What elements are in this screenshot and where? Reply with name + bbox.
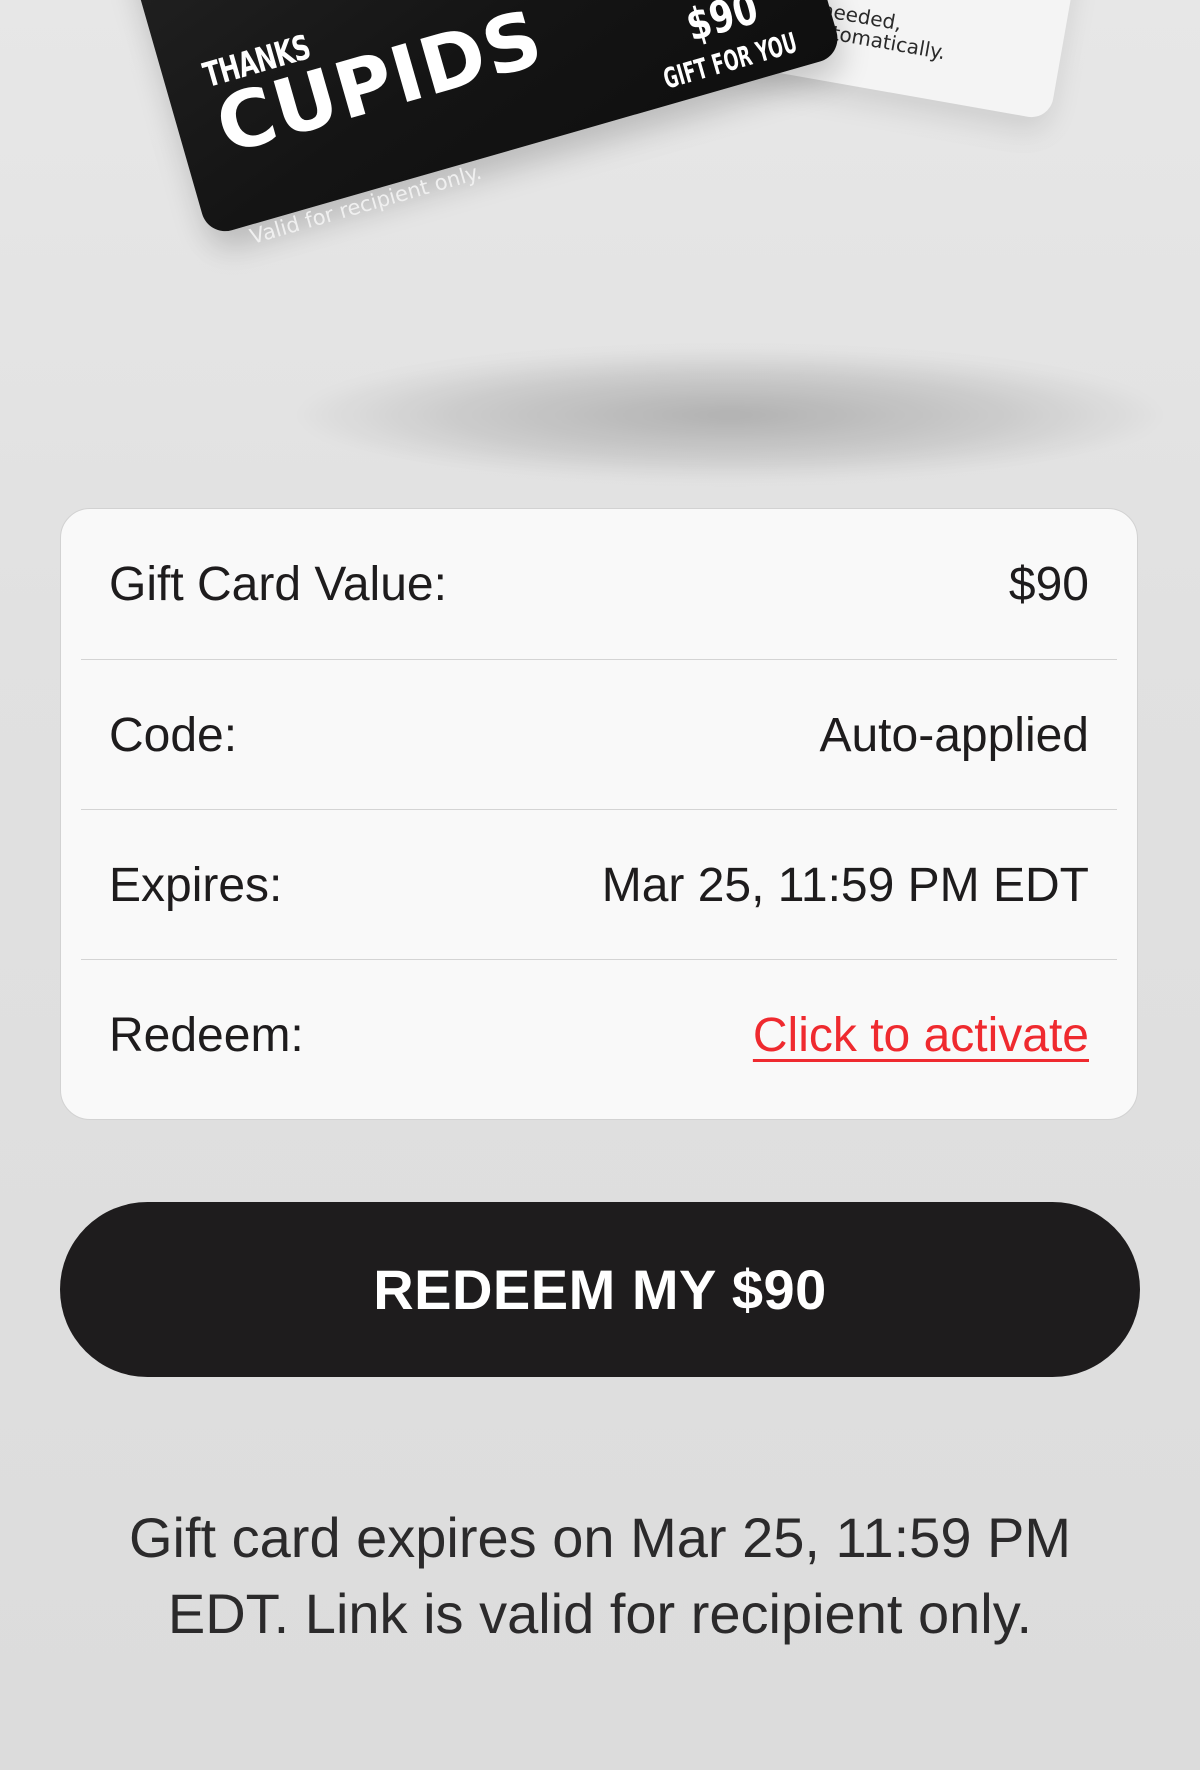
detail-label-value: Gift Card Value: [109,557,447,611]
detail-label-code: Code: [109,708,238,762]
card-drop-shadow [300,350,1160,480]
gift-card-valid-note: Valid for recipient only. [247,159,485,249]
expiry-footer-note: Gift card expires on Mar 25, 11:59 PM ED… [60,1500,1140,1652]
detail-row-expires: Expires: Mar 25, 11:59 PM EDT [81,809,1117,960]
activate-link[interactable]: Click to activate [753,1008,1089,1063]
gift-card-details-panel: Gift Card Value: $90 Code: Auto-applied … [60,508,1138,1120]
hero-gift-cards: No code needed, applies automatically. T… [0,0,1200,500]
expiry-footer-line-1: Gift card expires on Mar 25, 11:59 PM [128,1506,1072,1569]
detail-label-redeem: Redeem: [109,1008,304,1062]
detail-row-value: Gift Card Value: $90 [81,509,1117,659]
detail-row-code: Code: Auto-applied [81,659,1117,810]
detail-value-amount: $90 [1008,557,1089,611]
detail-row-redeem: Redeem: Click to activate [81,959,1117,1110]
gift-card-brand-logo: CUPIDS [206,0,553,172]
expiry-footer-line-2: EDT. Link is valid for recipient only. [167,1582,1033,1645]
detail-value-expires: Mar 25, 11:59 PM EDT [601,858,1089,912]
redeem-button[interactable]: REDEEM MY $90 [60,1202,1140,1377]
gift-card-image: THANKS CUPIDS $90 GIFT FOR YOU Valid for… [115,0,844,249]
detail-label-expires: Expires: [109,858,283,912]
detail-value-code: Auto-applied [819,708,1089,762]
